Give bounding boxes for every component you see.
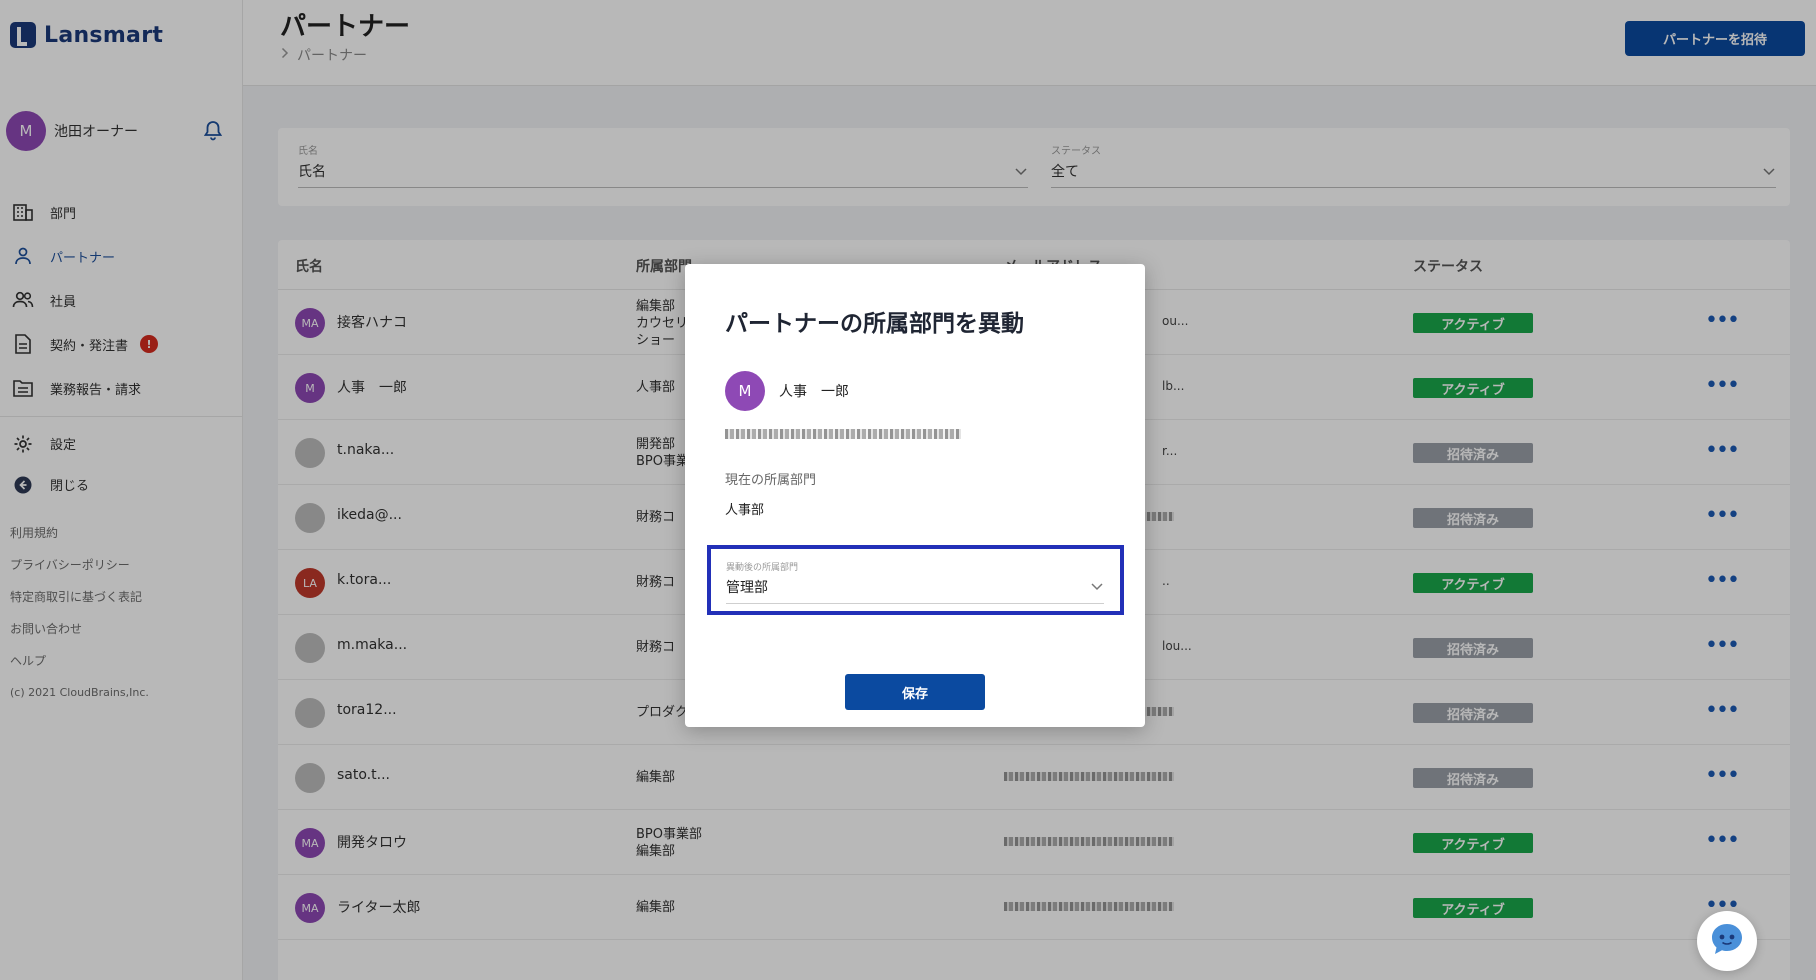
dialog-user-email [725, 426, 961, 439]
save-button[interactable]: 保存 [845, 674, 985, 710]
chat-bot-icon [1708, 920, 1746, 962]
dialog-user: M 人事 一郎 [725, 371, 849, 411]
chevron-down-icon [1090, 579, 1104, 593]
avatar: M [725, 371, 765, 411]
current-department-label: 現在の所属部門 [725, 473, 817, 488]
new-department-select[interactable]: 異動後の所属部門 管理部 [707, 545, 1124, 615]
dialog-title: パートナーの所属部門を異動 [725, 311, 1024, 337]
new-department-field[interactable]: 管理部 [726, 577, 1104, 604]
transfer-department-dialog: パートナーの所属部門を異動 M 人事 一郎 現在の所属部門 人事部 異動後の所属… [685, 264, 1145, 727]
new-department-label: 異動後の所属部門 [726, 563, 799, 573]
dialog-user-name: 人事 一郎 [779, 384, 849, 400]
chat-support-button[interactable] [1697, 911, 1757, 971]
current-department-value: 人事部 [725, 503, 765, 518]
new-department-value: 管理部 [726, 580, 768, 596]
